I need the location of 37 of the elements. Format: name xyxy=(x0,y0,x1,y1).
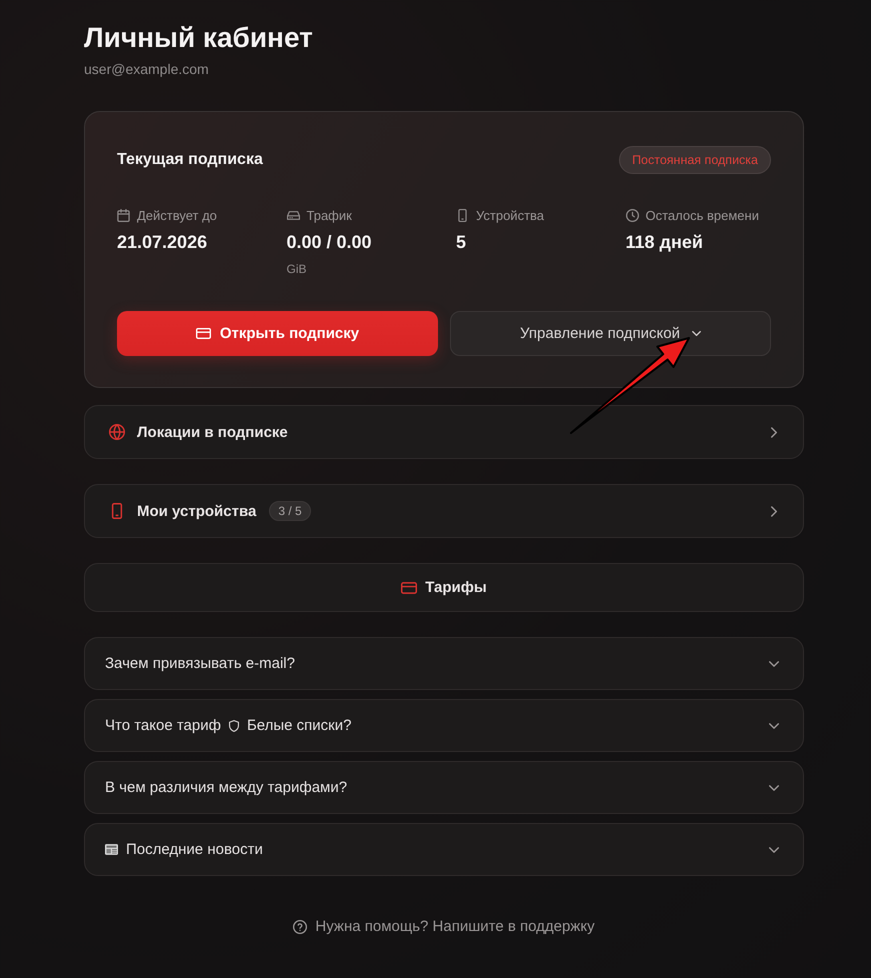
stat-value: 21.07.2026 xyxy=(117,231,208,254)
stat-unit: GiB xyxy=(286,262,308,276)
stat-value: 0.00 / 0.00 xyxy=(286,231,373,254)
stat-value: 118 дней xyxy=(626,231,704,254)
stat-label: Осталось времени xyxy=(646,208,759,222)
open-subscription-button[interactable]: Открыть подписку xyxy=(117,311,438,356)
faq-item[interactable]: В чем различия между тарифами? xyxy=(84,761,804,814)
chevron-right-icon xyxy=(771,426,777,438)
support-link[interactable]: Нужна помощь? Напишите в поддержку xyxy=(293,917,595,937)
device-count: 3 / 5 xyxy=(269,501,311,521)
faq-item[interactable]: Что такое тариф Белые списки? xyxy=(84,699,804,752)
stat-label: Устройства xyxy=(476,208,544,222)
calendar-icon xyxy=(117,208,130,222)
nav-row[interactable]: Локации в подписке xyxy=(84,405,804,459)
clock-icon xyxy=(626,208,638,222)
card-title: Текущая подписка xyxy=(117,151,263,169)
help-icon xyxy=(293,920,308,934)
phone-icon xyxy=(456,208,469,222)
chevron-right-icon xyxy=(771,506,777,516)
faq-item[interactable]: Зачем привязывать e-mail? xyxy=(84,637,804,690)
page-title: Личный кабинет xyxy=(84,21,314,55)
stat-label: Трафик xyxy=(306,208,352,222)
manage-subscription-button[interactable]: Управление подпиской xyxy=(450,311,771,356)
subscription-type-label: Постоянная подписка xyxy=(619,146,771,174)
faq-item[interactable]: Последние новости xyxy=(84,823,804,876)
phone-icon xyxy=(109,503,125,519)
globe-icon xyxy=(109,424,125,440)
tariffs-button[interactable]: Тарифы xyxy=(84,563,804,612)
stat-label: Действует до xyxy=(137,208,217,222)
nav-row[interactable]: Мои устройства 3 / 5 xyxy=(84,484,804,538)
drive-icon xyxy=(286,208,300,222)
card-icon xyxy=(196,328,211,339)
user-email: user@example.com xyxy=(84,60,210,78)
shield-icon xyxy=(228,720,239,732)
stat-value: 5 xyxy=(456,231,468,254)
newspaper-icon xyxy=(105,844,118,855)
card-icon xyxy=(401,582,418,594)
